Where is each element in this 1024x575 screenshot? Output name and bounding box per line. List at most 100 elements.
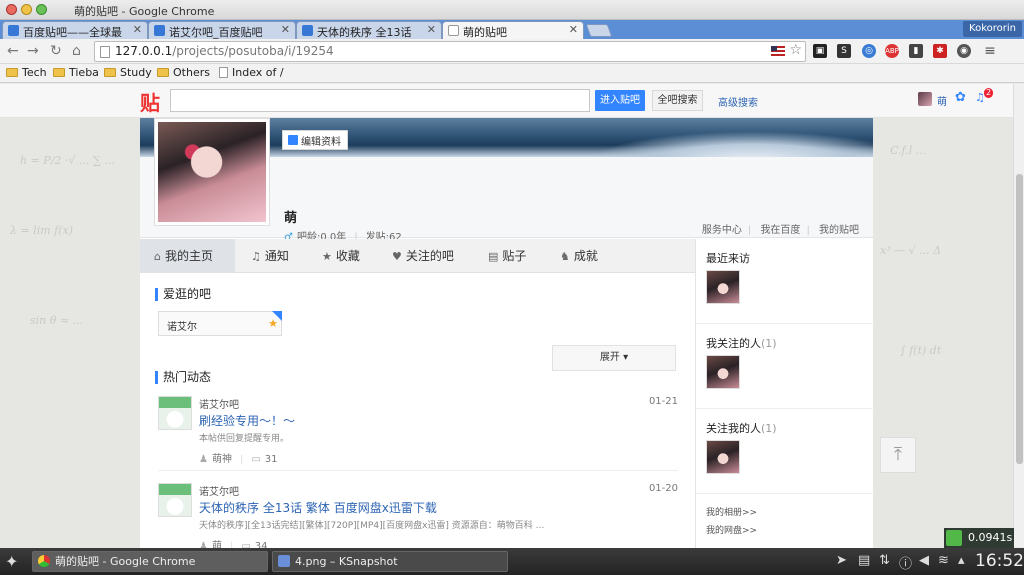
feed-title-link[interactable]: 天体的秩序 全13话 繁体 百度网盘x迅雷下载 <box>199 499 437 516</box>
my-tieba-link[interactable]: 我的贴吧 <box>819 225 859 236</box>
volume-icon[interactable]: ◀ <box>919 553 929 568</box>
browser-tab[interactable]: 百度贴吧——全球最 ✕ <box>2 21 148 39</box>
clock[interactable]: 16:52 <box>975 551 1024 571</box>
bookmarks-bar: Tech Tieba Study Others Index of / <box>0 64 1024 83</box>
user-name-link[interactable]: 萌 <box>937 93 947 108</box>
person-icon: ♞ <box>560 250 570 263</box>
extension-icon[interactable]: ✱ <box>933 44 947 58</box>
home-icon: ⌂ <box>154 250 161 263</box>
back-icon[interactable]: ← <box>7 43 19 59</box>
translate-flag-icon[interactable] <box>771 46 785 56</box>
tab-posts[interactable]: ▤ 贴子 <box>474 239 540 273</box>
tieba-logo[interactable]: 贴 <box>140 87 160 116</box>
me-on-baidu-link[interactable]: 我在百度 <box>760 225 800 236</box>
bookmark-folder[interactable]: Study <box>104 66 152 79</box>
disk-link[interactable]: 我的网盘>> <box>706 523 757 536</box>
extension-icon[interactable]: ▣ <box>813 44 827 58</box>
minimize-window-button[interactable] <box>21 4 32 15</box>
sidebar-divider <box>696 493 874 494</box>
feed-bar-name[interactable]: 诺艾尔吧 <box>199 396 239 411</box>
info-icon[interactable]: ⓘ <box>899 553 912 572</box>
extension-icon[interactable]: ◉ <box>957 44 971 58</box>
speed-value: 0.0941s <box>968 531 1013 544</box>
wifi-icon[interactable]: ≋ <box>938 553 949 568</box>
feed-author[interactable]: 萌神 <box>212 454 232 465</box>
feed-divider <box>158 470 678 471</box>
clipboard-icon[interactable]: ▤ <box>858 553 870 568</box>
forward-icon[interactable]: → <box>27 43 39 59</box>
feed-date: 01-21 <box>648 396 678 407</box>
window-titlebar: 萌的贴吧 - Google Chrome <box>0 0 1024 20</box>
following-title: 我关注的人(1) <box>706 337 777 350</box>
user-icon: ♟ <box>199 454 208 465</box>
page-scrollbar[interactable] <box>1013 84 1024 547</box>
advanced-search-link[interactable]: 高级搜索 <box>718 94 758 109</box>
feed-title-link[interactable]: 刷经验专用～！～ <box>199 412 295 429</box>
extension-icon[interactable]: S <box>837 44 851 58</box>
reload-icon[interactable]: ↻ <box>50 43 62 59</box>
tieba-search-input[interactable] <box>170 89 590 112</box>
tab-favorites[interactable]: ★ 收藏 <box>308 239 374 273</box>
profile-avatar[interactable] <box>154 118 270 226</box>
close-window-button[interactable] <box>6 4 17 15</box>
bookmark-folder[interactable]: Tieba <box>53 66 99 79</box>
address-url: 127.0.0.1/projects/posutoba/i/19254 <box>115 44 334 58</box>
taskbar-task[interactable]: 4.png – KSnapshot <box>272 551 508 572</box>
close-tab-icon[interactable]: ✕ <box>427 23 436 36</box>
baidu-favicon-icon <box>154 25 165 36</box>
album-link[interactable]: 我的相册>> <box>706 505 757 518</box>
profile-card: 编辑资料 萌 ♂ 吧龄:0.0年 | 发贴:62 服务中心 | 我在百度 | 我的贴吧 ⌂… <box>140 118 874 552</box>
follower-avatar[interactable] <box>706 440 740 474</box>
bar-thumbnail[interactable] <box>158 483 192 517</box>
bookmark-folder[interactable]: Tech <box>6 66 47 79</box>
home-icon[interactable]: ⌂ <box>72 43 81 59</box>
enter-bar-button[interactable]: 进入贴吧 <box>595 90 645 111</box>
visitor-avatar[interactable] <box>706 270 740 304</box>
browser-tab[interactable]: 天体的秩序 全13话 ✕ <box>296 21 442 39</box>
gear-icon[interactable]: ✿ <box>955 90 966 105</box>
tab-followed-bars[interactable]: ♥ 关注的吧 <box>378 239 468 273</box>
send-icon[interactable]: ➤ <box>836 553 847 568</box>
back-to-top-button[interactable]: ⤒ <box>880 437 916 473</box>
search-all-button[interactable]: 全吧搜索 <box>652 90 703 111</box>
user-avatar[interactable] <box>918 92 932 106</box>
adblock-icon[interactable]: ABP <box>885 44 899 58</box>
feed-bar-name[interactable]: 诺艾尔吧 <box>199 483 239 498</box>
globe-extension-icon[interactable]: ◎ <box>862 44 876 58</box>
settings-menu-icon[interactable]: ≡ <box>983 44 997 58</box>
notification-count-badge: 2 <box>984 88 993 98</box>
tab-achievements[interactable]: ♞ 成就 <box>546 239 612 273</box>
extension-icon[interactable]: ▮ <box>909 44 923 58</box>
address-bar[interactable]: 127.0.0.1/projects/posutoba/i/19254 ☆ <box>94 41 806 62</box>
service-center-link[interactable]: 服务中心 <box>702 225 742 236</box>
expand-button[interactable]: 展开 ▾ <box>552 345 676 371</box>
app-launcher-icon[interactable]: ✦ <box>5 552 18 571</box>
edit-icon <box>288 135 298 145</box>
tab-notifications[interactable]: ♫ 通知 <box>237 239 303 273</box>
favorite-bar-chip[interactable]: 诺艾尔 ★ <box>158 311 282 336</box>
bar-thumbnail[interactable] <box>158 396 192 430</box>
maximize-window-button[interactable] <box>36 4 47 15</box>
taskbar-task[interactable]: 萌的贴吧 - Google Chrome <box>32 551 268 572</box>
window-title: 萌的贴吧 - Google Chrome <box>74 5 215 18</box>
close-tab-icon[interactable]: ✕ <box>569 23 578 36</box>
new-tab-button[interactable] <box>585 24 613 37</box>
following-avatar[interactable] <box>706 355 740 389</box>
bell-icon: ♫ <box>251 250 261 263</box>
chrome-profile-badge[interactable]: Kokororin <box>963 21 1022 37</box>
close-tab-icon[interactable]: ✕ <box>133 23 142 36</box>
bookmark-star-icon[interactable]: ☆ <box>789 42 802 58</box>
scrollbar-thumb[interactable] <box>1016 174 1023 464</box>
transfer-icon[interactable]: ⇅ <box>879 553 890 568</box>
bookmark-folder[interactable]: Others <box>157 66 210 79</box>
edit-profile-button[interactable]: 编辑资料 <box>282 130 348 150</box>
browser-tab-active[interactable]: 萌的贴吧 ✕ <box>442 21 584 39</box>
page-info-icon[interactable] <box>100 46 110 58</box>
chrome-icon <box>38 555 50 567</box>
close-tab-icon[interactable]: ✕ <box>281 23 290 36</box>
tab-my-home[interactable]: ⌂ 我的主页 <box>140 239 235 273</box>
bookmark-page[interactable]: Index of / <box>219 66 284 79</box>
browser-tab[interactable]: 诺艾尔吧_百度贴吧 ✕ <box>148 21 296 39</box>
expand-tray-icon[interactable]: ▴ <box>958 553 965 568</box>
tab-strip: 百度贴吧——全球最 ✕ 诺艾尔吧_百度贴吧 ✕ 天体的秩序 全13话 ✕ 萌的贴… <box>0 20 1024 39</box>
